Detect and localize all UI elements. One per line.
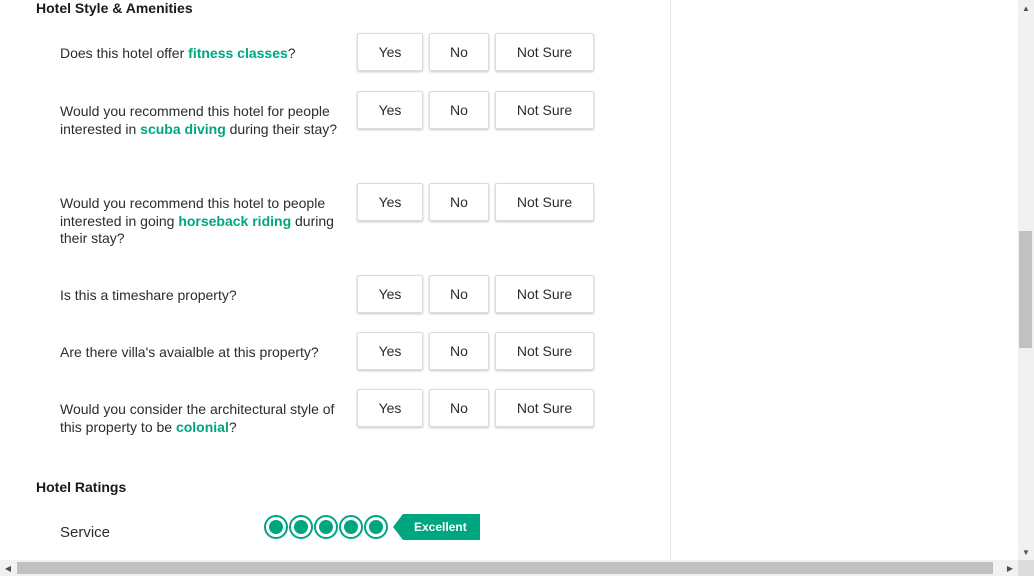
survey-panel: Hotel Style & Amenities Does this hotel …	[0, 0, 670, 560]
question-colonial-style: Would you consider the architectural sty…	[60, 401, 352, 436]
villas-yes-button[interactable]: Yes	[357, 332, 423, 370]
question-scuba-diving: Would you recommend this hotel for peopl…	[60, 103, 352, 138]
scroll-left-arrow-icon[interactable]: ◀	[0, 560, 16, 576]
scuba-diving-no-button[interactable]: No	[429, 91, 489, 129]
question-text-end: ?	[287, 45, 296, 61]
timeshare-not-sure-button[interactable]: Not Sure	[495, 275, 594, 313]
right-pane	[671, 0, 1018, 560]
rating-bubble-icon[interactable]	[339, 515, 363, 539]
fitness-classes-yes-button[interactable]: Yes	[357, 33, 423, 71]
rating-bubble-icon[interactable]	[289, 515, 313, 539]
rating-label-service: Service	[60, 524, 111, 541]
villas-no-button[interactable]: No	[429, 332, 489, 370]
question-timeshare: Is this a timeshare property?	[60, 287, 352, 305]
question-text: Does this hotel offer	[60, 45, 189, 61]
rating-bubble-icon[interactable]	[314, 515, 338, 539]
scroll-down-arrow-icon[interactable]: ▼	[1018, 544, 1034, 560]
horseback-riding-not-sure-button[interactable]: Not Sure	[495, 183, 594, 221]
horseback-riding-yes-button[interactable]: Yes	[357, 183, 423, 221]
question-highlight: horseback riding	[178, 212, 292, 229]
fitness-classes-no-button[interactable]: No	[429, 33, 489, 71]
question-highlight: colonial	[175, 418, 229, 435]
section-title-ratings: Hotel Ratings	[36, 479, 127, 495]
rating-badge-text: Excellent	[403, 514, 480, 540]
question-fitness-classes: Does this hotel offer fitness classes?	[60, 45, 352, 63]
rating-bubble-icon[interactable]	[364, 515, 388, 539]
question-highlight: scuba diving	[140, 120, 226, 137]
scrollbar-corner	[1018, 560, 1034, 576]
question-villas: Are there villa's avaialble at this prop…	[60, 344, 352, 362]
section-title-amenities: Hotel Style & Amenities	[36, 0, 193, 16]
horizontal-scrollbar[interactable]: ◀ ▶	[0, 560, 1018, 576]
question-highlight: fitness classes	[188, 45, 288, 61]
question-text: Are there villa's avaialble at this prop…	[60, 344, 319, 360]
question-text-end: during their stay?	[225, 120, 338, 137]
service-bubble-rating[interactable]	[264, 515, 388, 539]
question-text-end: ?	[228, 418, 237, 435]
badge-arrow-icon	[393, 514, 403, 540]
colonial-style-no-button[interactable]: No	[429, 389, 489, 427]
scuba-diving-yes-button[interactable]: Yes	[357, 91, 423, 129]
question-text: Is this a timeshare property?	[60, 287, 237, 303]
scroll-up-arrow-icon[interactable]: ▲	[1018, 0, 1034, 16]
timeshare-no-button[interactable]: No	[429, 275, 489, 313]
colonial-style-not-sure-button[interactable]: Not Sure	[495, 389, 594, 427]
scroll-right-arrow-icon[interactable]: ▶	[1002, 560, 1018, 576]
vertical-scroll-thumb[interactable]	[1019, 231, 1032, 348]
timeshare-yes-button[interactable]: Yes	[357, 275, 423, 313]
villas-not-sure-button[interactable]: Not Sure	[495, 332, 594, 370]
horseback-riding-no-button[interactable]: No	[429, 183, 489, 221]
horizontal-scroll-thumb[interactable]	[17, 562, 993, 574]
fitness-classes-not-sure-button[interactable]: Not Sure	[495, 33, 594, 71]
colonial-style-yes-button[interactable]: Yes	[357, 389, 423, 427]
rating-badge: Excellent	[393, 514, 480, 540]
scuba-diving-not-sure-button[interactable]: Not Sure	[495, 91, 594, 129]
vertical-scrollbar[interactable]: ▲ ▼	[1018, 0, 1034, 560]
rating-bubble-icon[interactable]	[264, 515, 288, 539]
question-horseback-riding: Would you recommend this hotel to people…	[60, 195, 352, 248]
